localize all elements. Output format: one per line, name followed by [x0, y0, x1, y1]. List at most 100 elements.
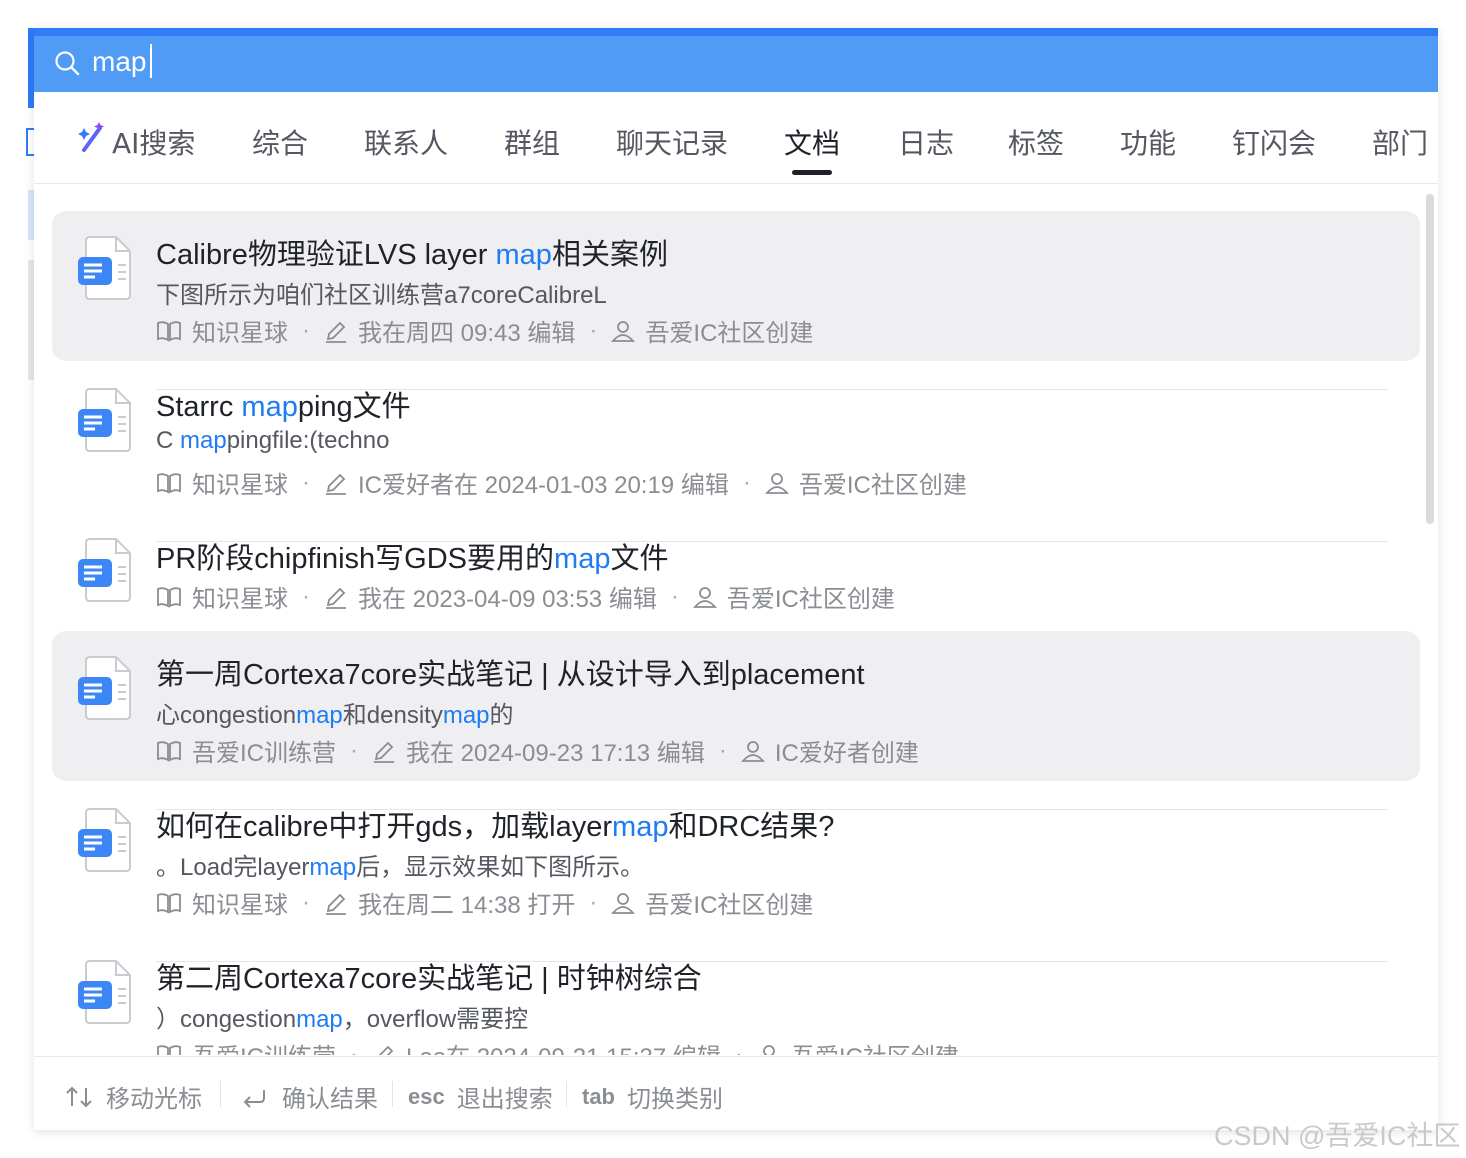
meta-separator: · [742, 468, 751, 496]
tab-departments[interactable]: 部门 [1372, 122, 1428, 162]
meta-separator: · [670, 582, 679, 610]
result-space: 吾爱IC训练营 [192, 1037, 336, 1055]
result-creator: 吾爱IC社区创建 [645, 320, 814, 347]
book-icon [157, 740, 181, 762]
up-down-arrows-icon [66, 1086, 92, 1107]
book-icon [157, 586, 181, 608]
result-snippet: C mappingfile:(techno [156, 427, 390, 454]
meta-separator: · [302, 582, 310, 610]
footer-separator [566, 1081, 567, 1107]
user-icon [611, 320, 636, 342]
result-meta: 吾爱IC训练营 · 我在 2024-09-23 17:13 编辑 · IC爱好者… [156, 733, 919, 768]
user-icon [740, 740, 765, 762]
text-caret [150, 44, 152, 78]
tab-key: tab [582, 1083, 615, 1109]
edit-icon [326, 587, 346, 609]
result-title: 第一周Cortexa7core实战笔记 | 从设计导入到placement [156, 659, 865, 691]
tab-groups[interactable]: 群组 [504, 122, 560, 162]
result-title: Calibre物理验证LVS layer map相关案例 [156, 239, 668, 271]
tab-tags[interactable]: 标签 [1008, 122, 1064, 162]
user-icon [692, 586, 717, 608]
book-icon [157, 1044, 181, 1055]
user-icon [611, 892, 636, 914]
enter-key-icon [243, 1089, 265, 1108]
tab-logs[interactable]: 日志 [898, 122, 954, 162]
result-edit-info: 我在周四 09:43 编辑 [358, 320, 576, 347]
book-icon [157, 320, 181, 342]
category-tabs: AI搜索 综合 联系人 群组 聊天记录 文档 日志 标签 功能 钉闪会 部门 [34, 92, 1438, 184]
result-snippet: 下图所示为咱们社区训练营a7coreCalibreL [156, 282, 607, 309]
result-meta: 知识星球 · 我在周二 14:38 打开 · 吾爱IC社区创建 [156, 885, 813, 920]
footer-separator [220, 1081, 221, 1107]
edit-icon [326, 473, 346, 495]
result-creator: 吾爱IC社区创建 [726, 586, 895, 613]
search-bar [34, 28, 1438, 92]
result-item[interactable]: 如何在calibre中打开gds，加载layermap和DRC结果? 。Load… [52, 783, 1420, 933]
meta-separator: · [718, 736, 727, 764]
result-title: PR阶段chipfinish写GDS要用的map文件 [156, 543, 669, 575]
result-meta: 知识星球 · 我在周四 09:43 编辑 · 吾爱IC社区创建 [156, 313, 813, 348]
edit-icon [378, 1045, 394, 1055]
meta-separator: · [350, 1040, 358, 1056]
result-edit-info: IC爱好者在 2024-01-03 20:19 编辑 [358, 472, 729, 499]
document-icon [78, 236, 131, 300]
tab-ai-search[interactable]: AI搜索 [112, 122, 195, 162]
result-creator: 吾爱IC社区创建 [798, 472, 967, 499]
edit-icon [326, 893, 346, 915]
edit-icon [374, 741, 394, 763]
user-icon [762, 1044, 775, 1055]
meta-separator: · [589, 316, 598, 344]
search-input[interactable] [92, 42, 992, 82]
result-creator: 吾爱IC社区创建 [645, 892, 814, 919]
document-icon [78, 808, 131, 872]
result-edit-info: Leo在 2024-09-21 15:37 编辑 [406, 1037, 721, 1055]
result-edit-info: 我在 2023-04-09 03:53 编辑 [358, 586, 657, 613]
result-snippet: 。Load完layermap后，显示效果如下图所示。 [156, 854, 645, 881]
result-item[interactable]: PR阶段chipfinish写GDS要用的map文件 知识星球 · 我在 202… [52, 515, 1420, 627]
document-icon [78, 388, 131, 452]
result-item[interactable]: Calibre物理验证LVS layer map相关案例 下图所示为咱们社区训练… [52, 211, 1420, 361]
result-title: 第二周Cortexa7core实战笔记 | 时钟树综合 [156, 963, 702, 995]
tab-features[interactable]: 功能 [1120, 122, 1176, 162]
result-creator: 吾爱IC社区创建 [791, 1037, 959, 1055]
result-space: 知识星球 [192, 892, 288, 919]
document-icon [78, 656, 131, 720]
meta-separator: · [302, 888, 310, 916]
tab-all[interactable]: 综合 [252, 122, 308, 162]
hint-tab: tab 切换类别 [582, 1083, 723, 1114]
hint-move-cursor: 移动光标 [64, 1079, 202, 1114]
watermark: CSDN @吾爱IC社区 [1214, 1121, 1461, 1151]
hint-esc: esc 退出搜索 [408, 1083, 553, 1114]
result-edit-info: 我在 2024-09-23 17:13 编辑 [406, 740, 705, 767]
meta-separator: · [734, 1040, 743, 1056]
tab-contacts[interactable]: 联系人 [364, 122, 448, 162]
result-title: Starrc mapping文件 [156, 391, 411, 423]
document-icon [78, 960, 131, 1024]
result-title: 如何在calibre中打开gds，加载layermap和DRC结果? [156, 811, 835, 843]
document-icon [78, 538, 131, 602]
book-icon [157, 472, 181, 494]
result-meta: 知识星球 · IC爱好者在 2024-01-03 20:19 编辑 · 吾爱IC… [156, 465, 967, 500]
result-creator: IC爱好者创建 [774, 740, 919, 767]
ai-sparkle-icon [78, 122, 104, 152]
result-meta: 吾爱IC训练营 · Leo在 2024-09-21 15:37 编辑 · 吾爱I… [156, 1037, 959, 1055]
hint-confirm: 确认结果 [240, 1079, 378, 1114]
search-icon [55, 51, 80, 76]
result-item[interactable]: 第一周Cortexa7core实战笔记 | 从设计导入到placement 心c… [52, 631, 1420, 781]
tab-flash-meeting[interactable]: 钉闪会 [1232, 122, 1316, 162]
results-list: Calibre物理验证LVS layer map相关案例 下图所示为咱们社区训练… [34, 185, 1438, 1055]
results-scrollbar[interactable] [1426, 194, 1434, 524]
result-item[interactable]: 第二周Cortexa7core实战笔记 | 时钟树综合 ）congestionm… [52, 935, 1420, 1055]
meta-separator: · [589, 888, 598, 916]
book-icon [157, 892, 181, 914]
user-icon [764, 472, 789, 494]
tab-documents[interactable]: 文档 [784, 122, 840, 162]
edit-icon [326, 321, 346, 343]
search-panel: AI搜索 综合 联系人 群组 聊天记录 文档 日志 标签 功能 钉闪会 部门 [34, 28, 1438, 1130]
meta-separator: · [350, 736, 358, 764]
result-meta: 知识星球 · 我在 2023-04-09 03:53 编辑 · 吾爱IC社区创建 [156, 579, 895, 614]
tab-chat-history[interactable]: 聊天记录 [616, 122, 728, 162]
result-space: 知识星球 [192, 472, 288, 499]
result-item[interactable]: Starrc mapping文件 C mappingfile:(techno 知… [52, 363, 1420, 513]
result-space: 知识星球 [192, 320, 288, 347]
